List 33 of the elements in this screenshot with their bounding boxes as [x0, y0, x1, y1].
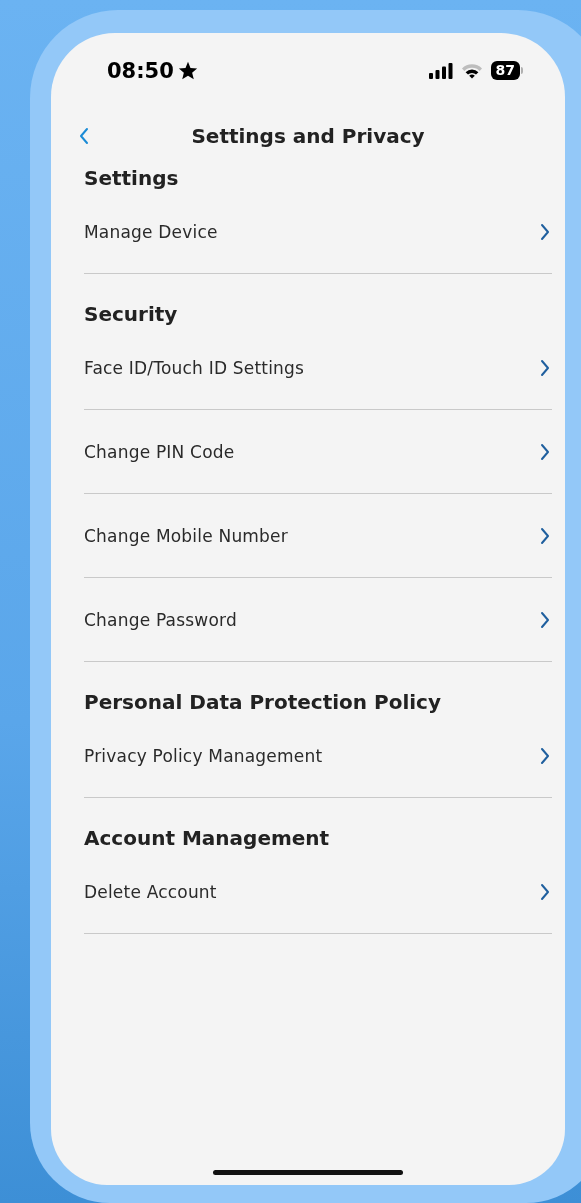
back-button[interactable]	[79, 127, 89, 145]
chevron-right-icon	[540, 222, 550, 241]
row-label: Change PIN Code	[84, 441, 235, 462]
section-heading: Account Management	[84, 825, 331, 850]
chevron-right-icon	[540, 610, 550, 629]
section-heading: Security	[84, 301, 179, 326]
settings-row[interactable]: Manage Device	[84, 190, 552, 274]
page-title: Settings and Privacy	[191, 124, 425, 148]
chevron-right-icon	[540, 746, 550, 765]
section-heading: Settings	[84, 165, 180, 190]
row-label: Change Mobile Number	[84, 525, 288, 546]
status-time: 08:50	[107, 58, 174, 83]
row-label: Manage Device	[84, 221, 218, 242]
settings-row[interactable]: Change Mobile Number	[84, 494, 552, 578]
chevron-right-icon	[540, 442, 550, 461]
chevron-right-icon	[540, 882, 550, 901]
chevron-right-icon	[540, 526, 550, 545]
battery-level: 87	[490, 61, 520, 80]
section-heading: Personal Data Protection Policy	[84, 689, 442, 714]
settings-row[interactable]: Delete Account	[84, 850, 552, 934]
row-label: Change Password	[84, 609, 237, 630]
chevron-right-icon	[540, 358, 550, 377]
signal-icon	[428, 62, 453, 79]
star-icon	[177, 61, 198, 80]
settings-row[interactable]: Face ID/Touch ID Settings	[84, 326, 552, 410]
settings-row[interactable]: Change Password	[84, 578, 552, 662]
chevron-left-icon	[79, 127, 89, 145]
row-label: Delete Account	[84, 881, 217, 902]
row-label: Face ID/Touch ID Settings	[84, 357, 305, 378]
settings-row[interactable]: Privacy Policy Management	[84, 714, 552, 798]
row-label: Privacy Policy Management	[84, 745, 323, 766]
wifi-icon	[460, 62, 483, 79]
settings-row[interactable]: Change PIN Code	[84, 410, 552, 494]
